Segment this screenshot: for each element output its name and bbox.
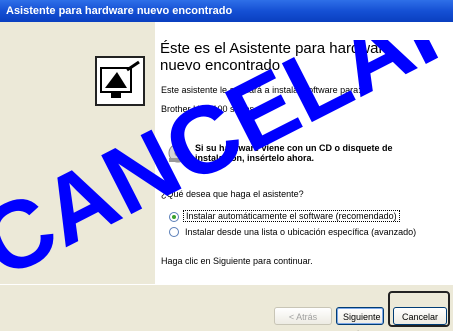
cd-icon <box>167 142 189 164</box>
cd-instruction-line-2: instalación, insértelo ahora. <box>195 153 315 163</box>
wizard-content: Éste es el Asistente para hardware nuevo… <box>155 22 453 284</box>
heading-line-1: Éste es el Asistente para hardware <box>160 40 392 57</box>
wizard-window: Asistente para hardware nuevo encontrado… <box>0 0 453 331</box>
wizard-heading: Éste es el Asistente para hardware nuevo… <box>160 40 445 74</box>
window-titlebar[interactable]: Asistente para hardware nuevo encontrado <box>0 0 453 22</box>
option-auto-install-label[interactable]: Instalar automáticamente el software (re… <box>183 210 400 222</box>
continue-instruction: Haga clic en Siguiente para continuar. <box>161 256 313 266</box>
wizard-question: ¿Qué desea que haga el asistente? <box>161 189 304 199</box>
cancel-highlight-callout <box>388 291 450 327</box>
heading-line-2: nuevo encontrado <box>160 57 281 74</box>
radio-auto-install[interactable] <box>169 212 179 222</box>
cd-instruction-line-1: Si su hardware viene con un CD o disquet… <box>195 143 393 153</box>
wizard-footer: < Atrás Siguiente > Cancelar <box>0 284 453 331</box>
next-button[interactable]: Siguiente > <box>336 307 384 331</box>
hardware-wizard-icon <box>95 56 145 106</box>
device-name: Brother HL-5100 series <box>161 104 255 114</box>
radio-manual-install[interactable] <box>169 227 179 237</box>
intro-text: Este asistente le ayudará a instalar sof… <box>161 85 361 95</box>
back-button[interactable]: < Atrás <box>274 307 332 325</box>
window-title: Asistente para hardware nuevo encontrado <box>6 5 233 17</box>
option-manual-install-label[interactable]: Instalar desde una lista o ubicación esp… <box>185 227 416 237</box>
wizard-sidebar <box>0 22 155 284</box>
